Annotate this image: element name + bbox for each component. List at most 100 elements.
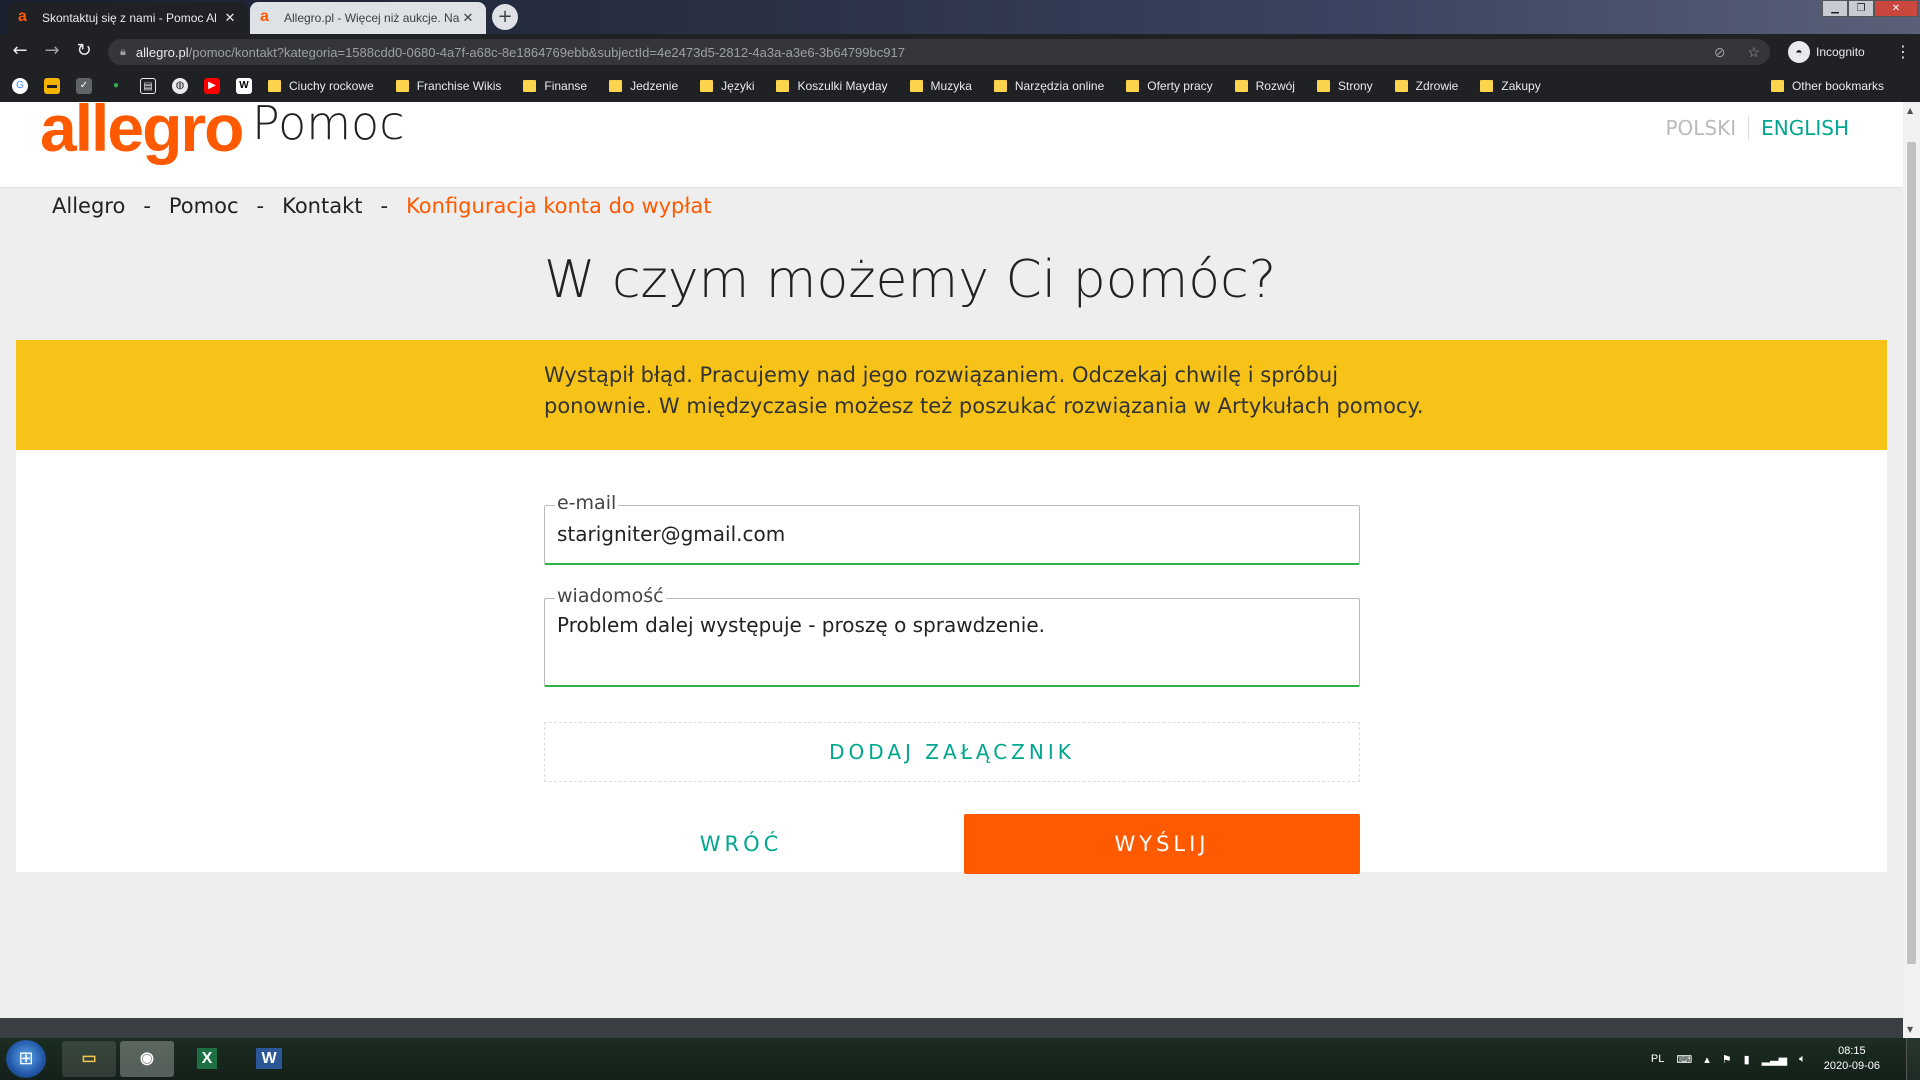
bookmark-folder[interactable]: Rozwój (1234, 79, 1295, 93)
system-tray: PL ⌨ ▴ ⚑ ▮ ▂▃▅ 🔈︎ 08:15 2020-09-06 (1639, 1038, 1880, 1080)
email-label: e-mail (555, 492, 619, 514)
language-indicator[interactable]: PL (1651, 1053, 1664, 1065)
omnibox-icons: ⊘ ☆ (1714, 44, 1760, 61)
lock-icon: 🔒︎ (120, 45, 126, 58)
folder-icon (700, 80, 714, 92)
power-icon[interactable]: ▮ (1744, 1053, 1750, 1066)
clock-time: 08:15 (1838, 1045, 1866, 1057)
folder-icon (1480, 80, 1494, 92)
clock[interactable]: 08:15 2020-09-06 (1824, 1044, 1880, 1074)
back-button[interactable]: WRÓĆ (544, 814, 938, 874)
email-field[interactable]: e-mail starigniter@gmail.com (544, 492, 1360, 565)
folder-icon (1770, 80, 1784, 92)
contact-form: e-mail starigniter@gmail.com wiadomość P… (16, 450, 1887, 874)
bookmark-folder[interactable]: Muzyka (909, 79, 972, 93)
show-desktop-button[interactable] (1906, 1038, 1920, 1080)
close-window-icon[interactable]: ✕ (1874, 0, 1918, 17)
network-signal-icon[interactable]: ▂▃▅ (1762, 1053, 1787, 1066)
forward-arrow-icon[interactable]: → (40, 40, 64, 64)
eye-slash-icon[interactable]: ⊘ (1714, 44, 1726, 60)
bookmark-folder[interactable]: Narzędzia online (993, 79, 1104, 93)
excel-icon[interactable]: X (180, 1041, 234, 1077)
breadcrumb-separator: - (143, 194, 151, 218)
checkmark-icon[interactable]: ✓ (76, 78, 92, 94)
close-tab-icon[interactable]: ✕ (460, 10, 476, 26)
keep-icon[interactable]: ▬ (44, 78, 60, 94)
word-icon[interactable]: W (242, 1041, 296, 1077)
action-center-flag-icon[interactable]: ⚑ (1722, 1053, 1732, 1066)
folder-icon (609, 80, 623, 92)
email-value[interactable]: starigniter@gmail.com (557, 522, 785, 546)
maps-pin-icon[interactable]: ● (108, 78, 124, 94)
bookmark-folder[interactable]: Języki (700, 79, 754, 93)
send-button[interactable]: WYŚLIJ (964, 814, 1360, 874)
breadcrumb-kontakt[interactable]: Kontakt (282, 194, 362, 218)
folder-icon (1234, 80, 1248, 92)
window-controls: ▁ ❐ ✕ (1822, 0, 1918, 18)
bookmark-folder[interactable]: Zdrowie (1394, 79, 1458, 93)
error-text-line: ponownie. W międzyczasie możesz też posz… (544, 394, 1424, 418)
chrome-icon[interactable]: ◉ (120, 1041, 174, 1077)
document-icon[interactable]: ▤ (140, 78, 156, 94)
breadcrumb-separator: - (380, 194, 389, 218)
new-tab-button[interactable]: + (492, 4, 518, 30)
youtube-icon[interactable]: ▶ (204, 78, 220, 94)
file-explorer-icon[interactable]: ▭ (62, 1041, 116, 1077)
folder-icon (1126, 80, 1140, 92)
clock-date: 2020-09-06 (1823, 1060, 1880, 1072)
scroll-down-icon[interactable]: ▼ (1907, 1025, 1913, 1034)
other-bookmarks-folder[interactable]: Other bookmarks (1770, 70, 1884, 102)
tab-title: Skontaktuj się z nami - Pomoc Al (42, 11, 217, 25)
globe-icon[interactable]: ◍ (172, 78, 188, 94)
bookmark-folder[interactable]: Franchise Wikis (395, 79, 501, 93)
restore-icon[interactable]: ❐ (1848, 0, 1874, 17)
allegro-logo[interactable]: allegro (40, 102, 244, 166)
address-bar[interactable]: 🔒︎ allegro.pl /pomoc/kontakt?kategoria=1… (108, 39, 1770, 65)
message-label: wiadomość (555, 585, 666, 607)
bookmark-folder[interactable]: Oferty pracy (1126, 79, 1213, 93)
breadcrumb-allegro[interactable]: Allegro (52, 194, 125, 218)
site-header: allegro Pomoc POLSKI ENGLISH (0, 102, 1903, 188)
bookmark-folder[interactable]: Jedzenie (609, 79, 678, 93)
menu-dots-icon[interactable]: ⋮ (1895, 42, 1911, 61)
breadcrumb-pomoc[interactable]: Pomoc (169, 194, 239, 218)
show-hidden-icons-icon[interactable]: ▴ (1704, 1053, 1710, 1066)
breadcrumb-current: Konfiguracja konta do wypłat (406, 194, 712, 218)
bookmark-folder[interactable]: Koszulki Mayday (776, 79, 888, 93)
bookmark-folder[interactable]: Strony (1316, 79, 1373, 93)
add-attachment-button[interactable]: DODAJ ZAŁĄCZNIK (544, 722, 1360, 782)
logo-subtitle: Pomoc (252, 102, 405, 150)
error-text-line: Wystąpił błąd. Pracujemy nad jego rozwią… (544, 363, 1339, 387)
volume-icon[interactable]: 🔈︎ (1799, 1053, 1806, 1066)
star-bookmark-icon[interactable]: ☆ (1747, 44, 1760, 60)
keyboard-icon[interactable]: ⌨ (1676, 1053, 1692, 1066)
folder-icon (993, 80, 1007, 92)
message-value[interactable]: Problem dalej występuje - proszę o spraw… (557, 613, 1045, 637)
lang-english-link[interactable]: ENGLISH (1749, 116, 1849, 140)
tab-allegro-home[interactable]: a Allegro.pl - Więcej niż aukcje. Na ✕ (250, 2, 486, 34)
close-tab-icon[interactable]: ✕ (222, 10, 238, 26)
bookmark-folder[interactable]: Ciuchy rockowe (268, 79, 374, 93)
page-title: W czym możemy Ci pomóc? (544, 250, 1277, 310)
bookmark-folder[interactable]: Finanse (523, 79, 587, 93)
folder-icon (523, 80, 537, 92)
incognito-profile-button[interactable]: ◓ Incognito (1788, 39, 1865, 65)
wikipedia-icon[interactable]: W (236, 78, 252, 94)
google-icon[interactable]: G (12, 78, 28, 94)
breadcrumb: Allegro - Pomoc - Kontakt - Konfiguracja… (52, 194, 729, 218)
allegro-favicon-icon: a (260, 8, 269, 25)
bookmark-folder[interactable]: Zakupy (1480, 79, 1541, 93)
reload-icon[interactable]: ↻ (72, 40, 96, 64)
bookmarks-bar: G ▬ ✓ ● ▤ ◍ ▶ W Ciuchy rockowe Franchise… (0, 70, 1920, 102)
start-button-icon[interactable]: ⊞ (6, 1040, 46, 1078)
message-field[interactable]: wiadomość Problem dalej występuje - pros… (544, 585, 1360, 687)
minimize-icon[interactable]: ▁ (1822, 0, 1848, 17)
page-scrollbar[interactable]: ▲ ▼ (1903, 102, 1920, 1038)
tab-contact-help[interactable]: a Skontaktuj się z nami - Pomoc Al ✕ (8, 2, 248, 34)
browser-toolbar: ← → ↻ 🔒︎ allegro.pl /pomoc/kontakt?kateg… (0, 34, 1920, 70)
lang-polski-link[interactable]: POLSKI (1665, 116, 1750, 140)
scroll-up-icon[interactable]: ▲ (1907, 106, 1913, 115)
scrollbar-thumb[interactable] (1907, 142, 1916, 964)
back-arrow-icon[interactable]: ← (8, 40, 32, 64)
url-path: /pomoc/kontakt?kategoria=1588cdd0-0680-4… (188, 44, 905, 60)
